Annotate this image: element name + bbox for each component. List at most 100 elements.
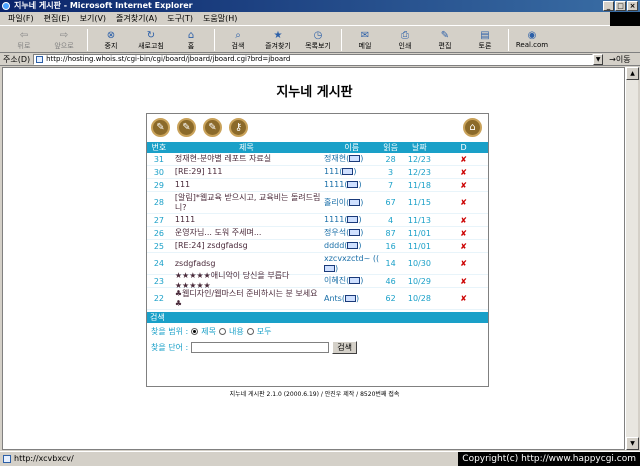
menu-edit[interactable]: 편집(E) (44, 13, 70, 24)
radio-all[interactable] (246, 327, 254, 335)
toolbar-separator (87, 29, 88, 51)
toolbar-button-10[interactable]: ✎ 편집 (425, 27, 465, 53)
mail-icon[interactable] (344, 294, 356, 302)
search-button[interactable]: 검색 (332, 340, 357, 354)
mail-icon[interactable] (342, 168, 354, 175)
menu-favorites[interactable]: 즐겨찾기(A) (116, 13, 157, 24)
toolbar-button-9[interactable]: ⎙ 인쇄 (385, 27, 425, 53)
search-input[interactable] (191, 341, 330, 353)
scroll-up-button[interactable]: ▲ (626, 67, 639, 80)
board-icon-bar: ✎ ✎ ✎ ⚷ ⌂ (147, 114, 488, 142)
header-date: 날짜 (412, 143, 427, 152)
mail-icon[interactable] (347, 181, 359, 188)
post-author[interactable]: xzcvxzctd~ (() (322, 254, 382, 274)
toolbar-label: 즐겨찾기 (265, 42, 291, 50)
post-title-link[interactable]: ♣웹디자인/웹마스터 준비하시는 분 보세요♣ (171, 289, 322, 309)
search-range-label: 찾을 범위 : (151, 326, 189, 336)
post-author[interactable]: 1111() (322, 180, 382, 190)
post-author[interactable]: 이혜진() (322, 276, 382, 286)
delete-icon[interactable]: ✘ (439, 181, 488, 190)
menu-help[interactable]: 도움말(H) (203, 13, 237, 24)
scroll-down-button[interactable]: ▼ (626, 437, 639, 450)
mail-icon[interactable] (347, 216, 359, 223)
close-button[interactable]: × (627, 1, 638, 11)
post-title-link[interactable]: 운영자님... 도워 주세며... (171, 228, 322, 238)
post-author[interactable]: Ants() (322, 294, 382, 304)
mail-icon[interactable] (349, 198, 361, 206)
post-read-count: 14 (385, 259, 396, 268)
go-button[interactable]: →이동 (609, 54, 630, 65)
toolbar-label: 목록보기 (305, 42, 331, 50)
delete-icon[interactable]: ✘ (439, 294, 488, 303)
home-icon[interactable]: ⌂ (463, 118, 482, 137)
delete-icon[interactable]: ✘ (439, 259, 488, 268)
radio-content[interactable] (218, 327, 226, 335)
toolbar-button-5[interactable]: ⌕ 검색 (218, 27, 258, 53)
toolbar-button-2[interactable]: ⊗ 중지 (91, 27, 131, 53)
reply-icon[interactable]: ✎ (203, 118, 222, 137)
admin-key-icon[interactable]: ⚷ (229, 118, 248, 137)
search-word-label: 찾을 단어 : (151, 342, 189, 352)
mail-icon[interactable] (349, 229, 361, 236)
delete-icon[interactable]: ✘ (439, 155, 488, 164)
windows-logo-icon (610, 12, 640, 26)
toolbar-button-4[interactable]: ⌂ 홈 (171, 27, 211, 53)
post-title-link[interactable]: [알림]*웹교육 받으시고, 교육비는 돌려드립니? (171, 193, 322, 213)
list-icon[interactable]: ✎ (177, 118, 196, 137)
post-author[interactable]: 111() (322, 167, 382, 177)
post-author[interactable]: 1111() (322, 215, 382, 225)
delete-icon[interactable]: ✘ (439, 229, 488, 238)
toolbar-button-1[interactable]: ⇨ 앞으로 (44, 27, 84, 53)
toolbar-button-7[interactable]: ◷ 목록보기 (298, 27, 338, 53)
address-input[interactable]: http://hosting.whois.st/cgi-bin/cgi/boar… (33, 53, 594, 65)
vertical-scrollbar[interactable]: ▲ ▼ (625, 67, 639, 450)
address-dropdown-button[interactable]: ▼ (593, 53, 604, 65)
address-url: http://hosting.whois.st/cgi-bin/cgi/boar… (46, 54, 291, 63)
menu-view[interactable]: 보기(V) (80, 13, 106, 24)
radio-title[interactable] (191, 327, 199, 335)
delete-icon[interactable]: ✘ (439, 242, 488, 251)
post-title-link[interactable]: 정재현-분야별 레포트 자료실 (171, 154, 322, 164)
post-author[interactable]: dddd() (322, 241, 382, 251)
post-author[interactable]: 정재현() (322, 154, 382, 164)
page-icon (36, 55, 44, 63)
toolbar-button-8[interactable]: ✉ 메일 (345, 27, 385, 53)
author-name: 111 (323, 167, 340, 176)
toolbar-button-11[interactable]: ▤ 토론 (465, 27, 505, 53)
mail-icon[interactable] (347, 242, 359, 249)
post-author[interactable]: 정우석() (322, 228, 382, 238)
post-title-link[interactable]: zsdgfadsg (171, 259, 322, 269)
toolbar-label: 홈 (187, 42, 195, 50)
post-title-link[interactable]: [RE:29] 111 (171, 167, 322, 177)
mail-icon[interactable] (349, 277, 361, 284)
delete-icon[interactable]: ✘ (439, 168, 488, 177)
mail-icon[interactable] (323, 264, 335, 272)
write-icon[interactable]: ✎ (151, 118, 170, 137)
header-title: 제목 (239, 143, 254, 152)
author-name: dddd (323, 241, 345, 250)
post-title-link[interactable]: [RE:24] zsdgfadsg (171, 241, 322, 251)
post-author[interactable]: 홀리이() (322, 198, 382, 208)
post-title-link[interactable]: 1111 (171, 215, 322, 225)
menu-tools[interactable]: 도구(T) (167, 13, 193, 24)
post-read-count: 46 (385, 276, 396, 286)
toolbar-button-6[interactable]: ★ 즐겨찾기 (258, 27, 298, 53)
toolbar-button-3[interactable]: ↻ 새로고침 (131, 27, 171, 53)
delete-icon[interactable]: ✘ (439, 216, 488, 225)
delete-icon[interactable]: ✘ (439, 198, 488, 207)
post-number: 24 (153, 259, 165, 268)
post-read-count: 4 (388, 215, 394, 225)
toolbar-button-0[interactable]: ⇦ 뒤로 (4, 27, 44, 53)
author-name: 정재현 (323, 154, 347, 163)
stop-icon: ⊗ (106, 29, 116, 41)
delete-icon[interactable]: ✘ (439, 277, 488, 286)
mail-icon[interactable] (349, 155, 361, 162)
minimize-button[interactable]: _ (603, 1, 614, 11)
menu-file[interactable]: 파일(F) (8, 13, 34, 24)
post-title-link[interactable]: 111 (171, 180, 322, 190)
maximize-button[interactable]: □ (615, 1, 626, 11)
header-no: 번호 (151, 143, 167, 152)
toolbar-button-12[interactable]: ◉ Real.com (512, 27, 552, 53)
table-header: 번호 제목 이름 읽음 날짜 D (147, 142, 488, 153)
mail-icon: ✉ (360, 29, 370, 41)
